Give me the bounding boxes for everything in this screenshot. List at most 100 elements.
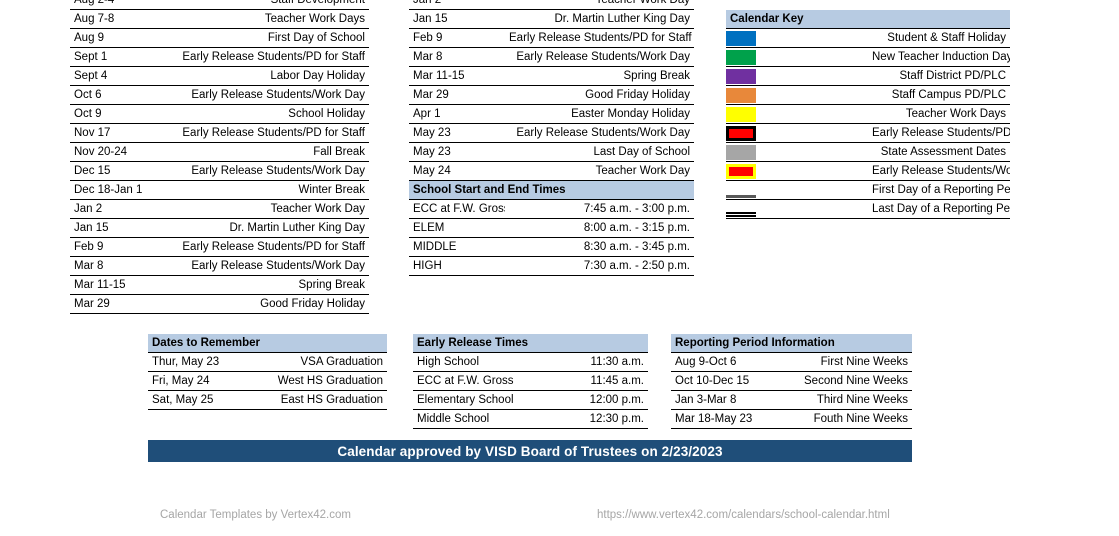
early-release-times-header-row: Early Release Times xyxy=(413,334,648,353)
row-description-cell: Early Release Students/PD for Staff xyxy=(166,237,369,257)
events-left-body: Aug 2-4Staff DevelopmentAug 7-8Teacher W… xyxy=(70,0,369,314)
table-row: May 24 Teacher Work Day xyxy=(409,161,694,181)
calendar-key-swatch-cell xyxy=(726,66,868,86)
events-mid-body: Jan 2Teacher Work DayJan 15Dr. Martin Lu… xyxy=(409,0,694,276)
row-description-cell: Early Release Students/Work Day xyxy=(166,161,369,181)
calendar-key-body: Calendar Key Student & Staff Holiday New … xyxy=(726,10,1010,219)
early-release-times-body: Early Release Times High School 11:30 a.m.… xyxy=(413,334,648,429)
calendar-key-swatch-cell xyxy=(726,199,868,219)
row-description-cell: First Nine Weeks xyxy=(791,352,912,372)
row-description-cell: Spring Break xyxy=(166,275,369,295)
table-row: May 23 Early Release Students/Work Day xyxy=(409,123,694,143)
calendar-key-swatch-cell xyxy=(726,104,868,124)
row-date-cell: Feb 9 xyxy=(409,28,505,48)
reporting-period-header-row: Reporting Period Information xyxy=(671,334,912,353)
table-row: MIDDLE 8:30 a.m. - 3:45 p.m. xyxy=(409,237,694,257)
row-description-cell: 12:30 p.m. xyxy=(530,409,648,429)
dates-to-remember-table: Dates to Remember Thur, May 23 VSA Graduat… xyxy=(148,334,387,410)
row-date-cell: Mar 8 xyxy=(409,47,505,67)
dates-to-remember-header-row: Dates to Remember xyxy=(148,334,387,353)
table-row: Aug 9 First Day of School xyxy=(70,28,369,48)
table-row: HIGH 7:30 a.m. - 2:50 p.m. xyxy=(409,256,694,276)
row-description-cell: East HS Graduation xyxy=(267,390,387,410)
table-row: Feb 9 Early Release Students/PD for Staff xyxy=(409,28,694,48)
row-date-cell: ECC at F.W. Gross xyxy=(409,199,505,219)
table-row: Mar 29 Good Friday Holiday xyxy=(70,294,369,314)
table-row: ECC at F.W. Gross 11:45 a.m. xyxy=(413,371,648,391)
row-date-cell: Aug 9-Oct 6 xyxy=(671,352,792,372)
purple-swatch-icon xyxy=(726,68,756,84)
row-description-cell: Early Release Students/PD for Staff xyxy=(166,47,369,67)
row-description-cell: 7:45 a.m. - 3:00 p.m. xyxy=(505,199,694,219)
table-row: Mar 18-May 23 Fouth Nine Weeks xyxy=(671,409,912,429)
row-description-cell: Third Nine Weeks xyxy=(791,390,912,410)
row-description-cell: Dr. Martin Luther King Day xyxy=(166,218,369,238)
row-date-cell: MIDDLE xyxy=(409,237,505,257)
row-date-cell: Mar 18-May 23 xyxy=(671,409,792,429)
table-row: Fri, May 24 West HS Graduation xyxy=(148,371,387,391)
row-date-cell: Aug 2-4 xyxy=(70,0,166,10)
row-description-cell: Second Nine Weeks xyxy=(791,371,912,391)
row-date-cell: High School xyxy=(413,352,531,372)
table-row: Aug 7-8 Teacher Work Days xyxy=(70,9,369,29)
row-description-cell: Early Release Students/PD for Staff xyxy=(166,123,369,143)
row-date-cell: Jan 3-Mar 8 xyxy=(671,390,792,410)
approval-banner: Calendar approved by VISD Board of Trust… xyxy=(148,440,912,462)
calendar-key-label: Early Release Students/PD for Staff xyxy=(868,123,1010,143)
blue-swatch-icon xyxy=(726,30,756,46)
red-black-border-swatch-icon xyxy=(726,125,756,141)
row-date-cell: Fri, May 24 xyxy=(148,371,268,391)
row-date-cell: Oct 6 xyxy=(70,85,166,105)
green-swatch-icon xyxy=(726,49,756,65)
row-description-cell: Winter Break xyxy=(166,180,369,200)
calendar-key-swatch-cell xyxy=(726,180,868,200)
row-description-cell: 11:45 a.m. xyxy=(530,371,648,391)
row-date-cell: Mar 29 xyxy=(409,85,505,105)
table-row: Jan 2Teacher Work Day xyxy=(409,0,694,10)
table-row: Mar 8 Early Release Students/Work Day xyxy=(70,256,369,276)
double-underline-swatch-icon xyxy=(726,202,756,217)
footer-url-text[interactable]: https://www.vertex42.com/calendars/schoo… xyxy=(597,509,890,521)
table-row: Sept 4 Labor Day Holiday xyxy=(70,66,369,86)
row-description-cell: Fouth Nine Weeks xyxy=(791,409,912,429)
table-row: Oct 6 Early Release Students/Work Day xyxy=(70,85,369,105)
table-row: Oct 9 School Holiday xyxy=(70,104,369,124)
row-date-cell: Thur, May 23 xyxy=(148,352,268,372)
reporting-period-body: Reporting Period Information Aug 9-Oct 6F… xyxy=(671,334,912,429)
calendar-key-label: Staff Campus PD/PLC xyxy=(868,85,1010,105)
calendar-key-row: Early Release Students/PD for Staff xyxy=(726,123,1010,143)
reporting-period-information-table: Reporting Period Information Aug 9-Oct 6F… xyxy=(671,334,912,429)
row-date-cell: Sept 4 xyxy=(70,66,166,86)
table-row: Jan 2Teacher Work Day xyxy=(70,199,369,219)
row-date-cell: Aug 9 xyxy=(70,28,166,48)
row-description-cell: Early Release Students/PD for Staff xyxy=(505,28,694,48)
calendar-key-label: Teacher Work Days xyxy=(868,104,1010,124)
table-row: ECC at F.W. Gross 7:45 a.m. - 3:00 p.m. xyxy=(409,199,694,219)
calendar-key-row: New Teacher Induction Days xyxy=(726,47,1010,67)
table-row: Mar 8 Early Release Students/Work Day xyxy=(409,47,694,67)
table-row: Sat, May 25 East HS Graduation xyxy=(148,390,387,410)
row-date-cell: Elementary School xyxy=(413,390,531,410)
row-date-cell: Jan 2 xyxy=(409,0,505,10)
row-date-cell: May 24 xyxy=(409,161,505,181)
calendar-key-swatch-cell xyxy=(726,85,868,105)
table-row: May 23 Last Day of School xyxy=(409,142,694,162)
row-description-cell: 7:30 a.m. - 2:50 p.m. xyxy=(505,256,694,276)
row-description-cell: VSA Graduation xyxy=(267,352,387,372)
row-date-cell: Dec 18-Jan 1 xyxy=(70,180,166,200)
gray-swatch-icon xyxy=(726,144,756,160)
calendar-key-row: First Day of a Reporting Period xyxy=(726,180,1010,200)
table-row: Elementary School 12:00 p.m. xyxy=(413,390,648,410)
table-row: Aug 9-Oct 6 First Nine Weeks xyxy=(671,352,912,372)
row-date-cell: Jan 15 xyxy=(409,9,505,29)
early-release-times-title: Early Release Times xyxy=(413,334,648,353)
row-description-cell: Spring Break xyxy=(505,66,694,86)
row-description-cell: Fall Break xyxy=(166,142,369,162)
table-row: Jan 15 Dr. Martin Luther King Day xyxy=(70,218,369,238)
orange-swatch-icon xyxy=(726,87,756,103)
table-row: Nov 17 Early Release Students/PD for Staf… xyxy=(70,123,369,143)
row-date-cell: Nov 20-24 xyxy=(70,142,166,162)
row-description-cell: Teacher Work Day xyxy=(505,0,694,10)
row-date-cell: Mar 29 xyxy=(70,294,166,314)
table-row: Mar 11-15 Spring Break xyxy=(70,275,369,295)
